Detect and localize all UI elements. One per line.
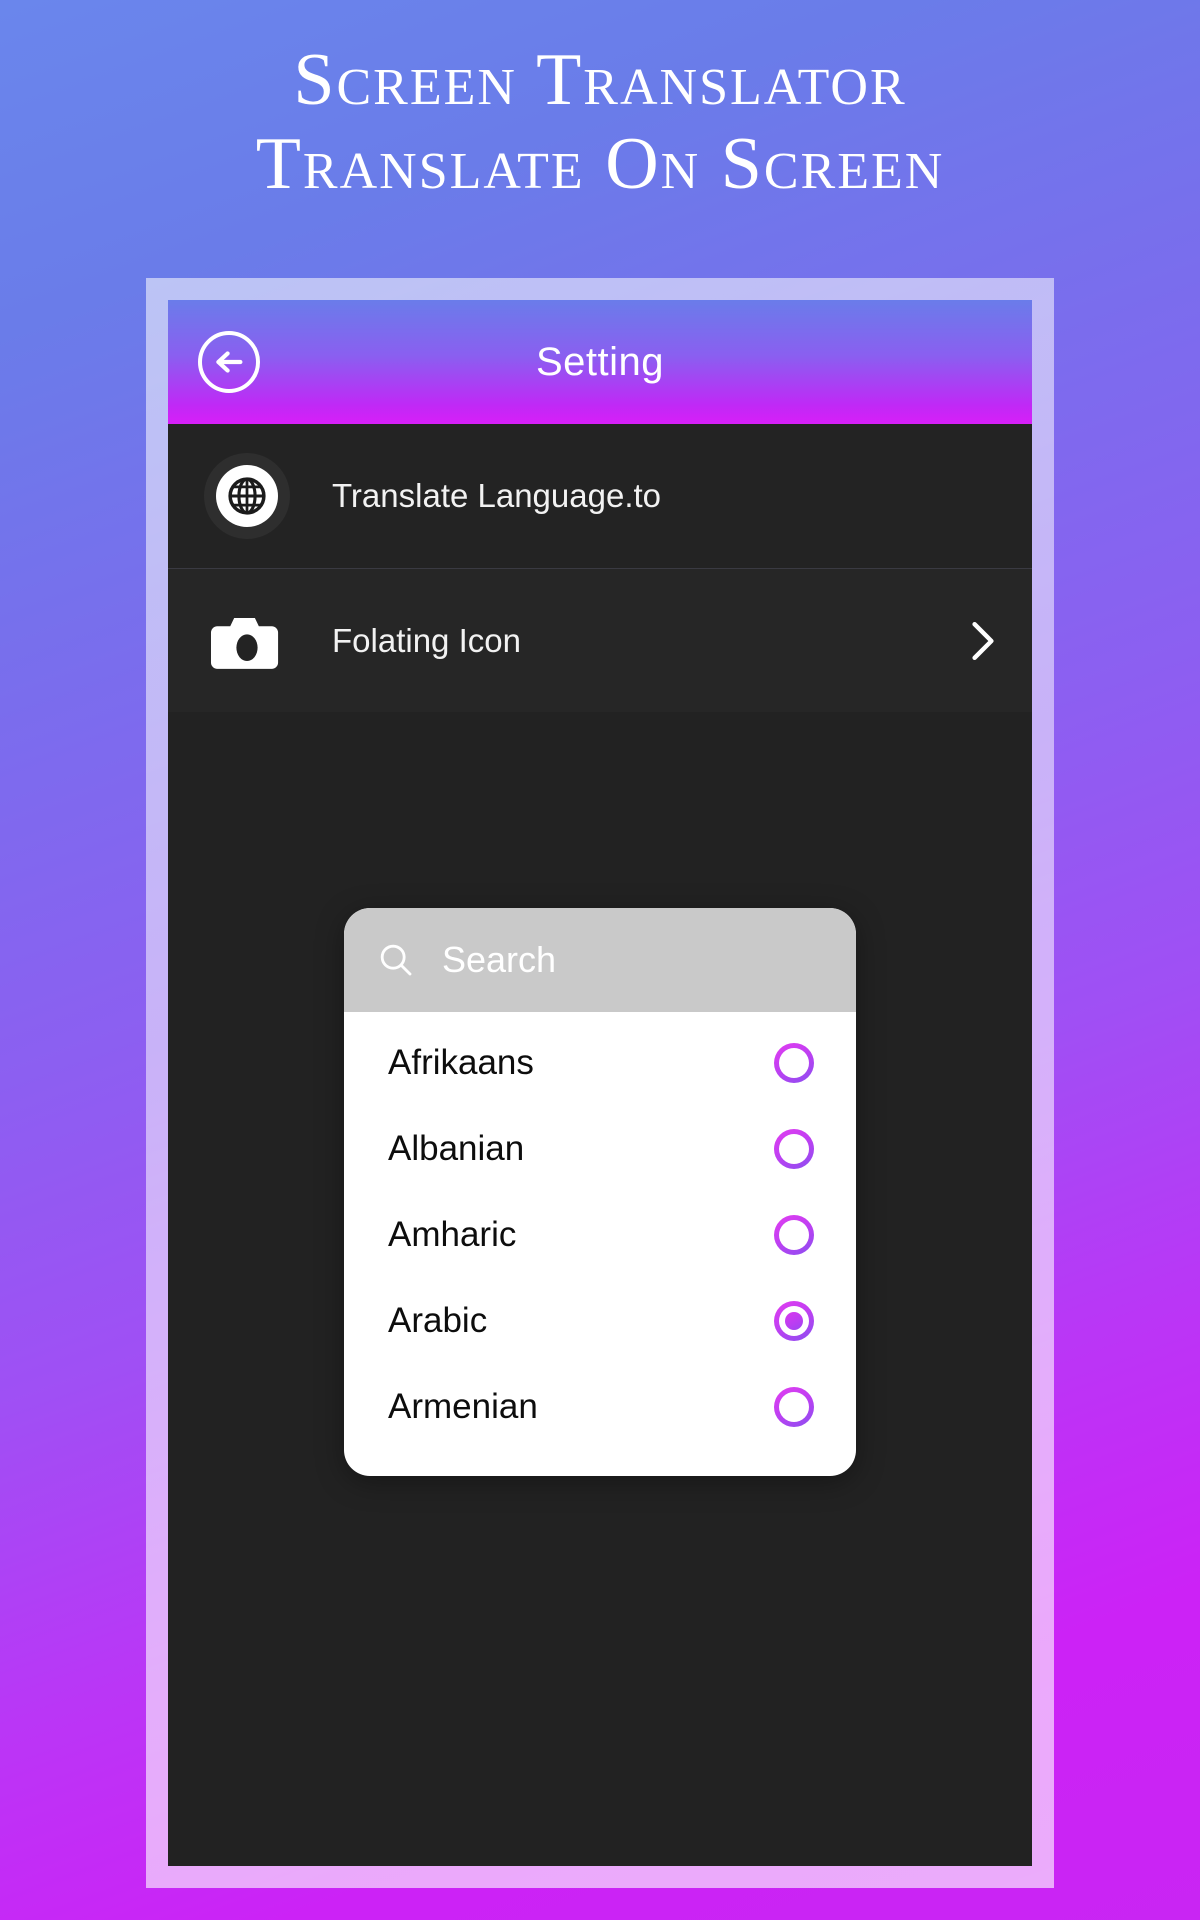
language-radio-selected[interactable] [774,1301,814,1341]
arrow-left-icon [216,351,243,373]
promo-headline: Screen Translator Translate On Screen [0,38,1200,206]
language-list-item[interactable]: Arabic [344,1278,856,1364]
settings-row-translate-language[interactable]: Translate Language.to [168,424,1032,568]
search-placeholder: Search [442,939,557,980]
back-button[interactable] [198,331,260,393]
app-header: Setting [168,300,1032,424]
language-list-item[interactable]: Afrikaans [344,1020,856,1106]
camera-icon [210,617,279,669]
phone-frame: Setting Translate Language.to Folating I… [146,278,1054,1888]
language-radio[interactable] [774,1043,814,1083]
settings-row-floating-icon[interactable]: Folating Icon [168,568,1032,712]
language-selection-dialog: Search Afrikaans Albanian Amharic Arabic… [344,908,856,1476]
globe-badge [204,453,290,539]
language-list-item[interactable]: Amharic [344,1192,856,1278]
headline-line-1: Screen Translator [293,39,907,121]
language-list: Afrikaans Albanian Amharic Arabic Armeni… [344,1012,856,1476]
language-radio[interactable] [774,1387,814,1427]
search-input[interactable]: Search [344,908,856,1012]
chevron-right-icon[interactable] [970,620,996,662]
settings-row-label: Translate Language.to [332,477,662,514]
settings-row-label: Folating Icon [332,621,521,659]
headline-line-2: Translate On Screen [255,123,945,205]
globe-icon [228,477,266,515]
language-radio[interactable] [774,1129,814,1169]
promo-background: Screen Translator Translate On Screen Se… [0,0,1200,1920]
globe-icon-wrap [204,453,290,539]
language-list-item[interactable]: Armenian [344,1364,856,1450]
page-title: Setting [535,339,665,384]
language-name: Arabic [388,1301,488,1340]
language-list-item[interactable]: Albanian [344,1106,856,1192]
language-name: Armenian [388,1387,538,1426]
camera-icon-wrap [204,598,290,684]
phone-screen: Setting Translate Language.to Folating I… [168,300,1032,1866]
language-name: Afrikaans [388,1043,534,1082]
search-icon [376,940,416,980]
language-name: Albanian [388,1129,525,1168]
globe-inner [216,465,278,527]
language-radio[interactable] [774,1215,814,1255]
language-name: Amharic [388,1215,517,1254]
